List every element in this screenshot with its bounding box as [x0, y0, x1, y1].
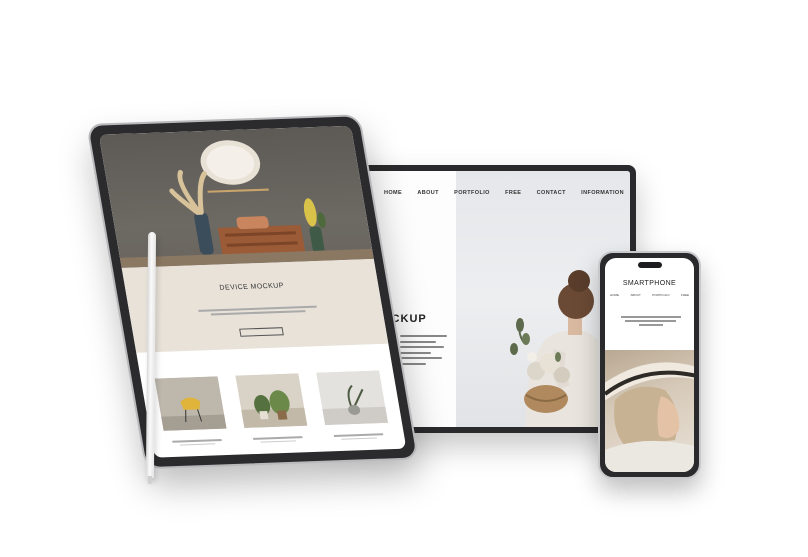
nav-about-link[interactable]: ABOUT — [417, 190, 439, 196]
phone-nav: HOME ABOUT PORTFOLIO FREE — [610, 293, 689, 297]
interior-image — [169, 140, 326, 257]
vase-image — [316, 370, 389, 426]
desktop-nav: HOME ABOUT PORTFOLIO FREE CONTACT INFORM… — [384, 190, 624, 196]
nav-home-link[interactable]: HOME — [384, 190, 402, 196]
card-vase[interactable] — [316, 370, 391, 440]
tablet-card-row — [154, 370, 391, 446]
phone-notch — [638, 262, 662, 268]
smartphone-device: SMARTPHONE HOME ABOUT PORTFOLIO FREE — [598, 251, 701, 479]
desktop-hero-paragraph — [400, 335, 452, 368]
card-plants[interactable] — [235, 373, 310, 443]
tablet-section-title — [138, 354, 390, 363]
nav-information-link[interactable]: INFORMATION — [581, 190, 624, 196]
phone-screen: SMARTPHONE HOME ABOUT PORTFOLIO FREE — [605, 258, 694, 472]
phone-nav-about-link[interactable]: ABOUT — [630, 293, 640, 297]
phone-nav-free-link[interactable]: FREE — [681, 293, 689, 297]
nav-portfolio-link[interactable]: PORTFOLIO — [454, 190, 490, 196]
phone-intro-text — [621, 316, 681, 328]
phone-hero-image — [605, 350, 694, 472]
tablet-cta-button[interactable] — [239, 327, 284, 337]
plants-image — [235, 373, 308, 429]
nav-free-link[interactable]: FREE — [505, 190, 521, 196]
woman-hat-image — [605, 362, 694, 472]
tablet-screen: DEVICE MOCKUP — [98, 125, 407, 458]
nav-contact-link[interactable]: CONTACT — [537, 190, 566, 196]
device-mockup-scene: HOME ABOUT PORTFOLIO FREE CONTACT INFORM… — [0, 0, 808, 557]
chair-image — [154, 376, 227, 431]
card-chair[interactable] — [154, 376, 230, 446]
tablet-intro-band — [121, 258, 389, 353]
phone-nav-home-link[interactable]: HOME — [610, 293, 619, 297]
phone-nav-portfolio-link[interactable]: PORTFOLIO — [652, 293, 669, 297]
tablet-hero-image — [98, 125, 374, 268]
phone-page-title: SMARTPHONE — [622, 280, 677, 287]
